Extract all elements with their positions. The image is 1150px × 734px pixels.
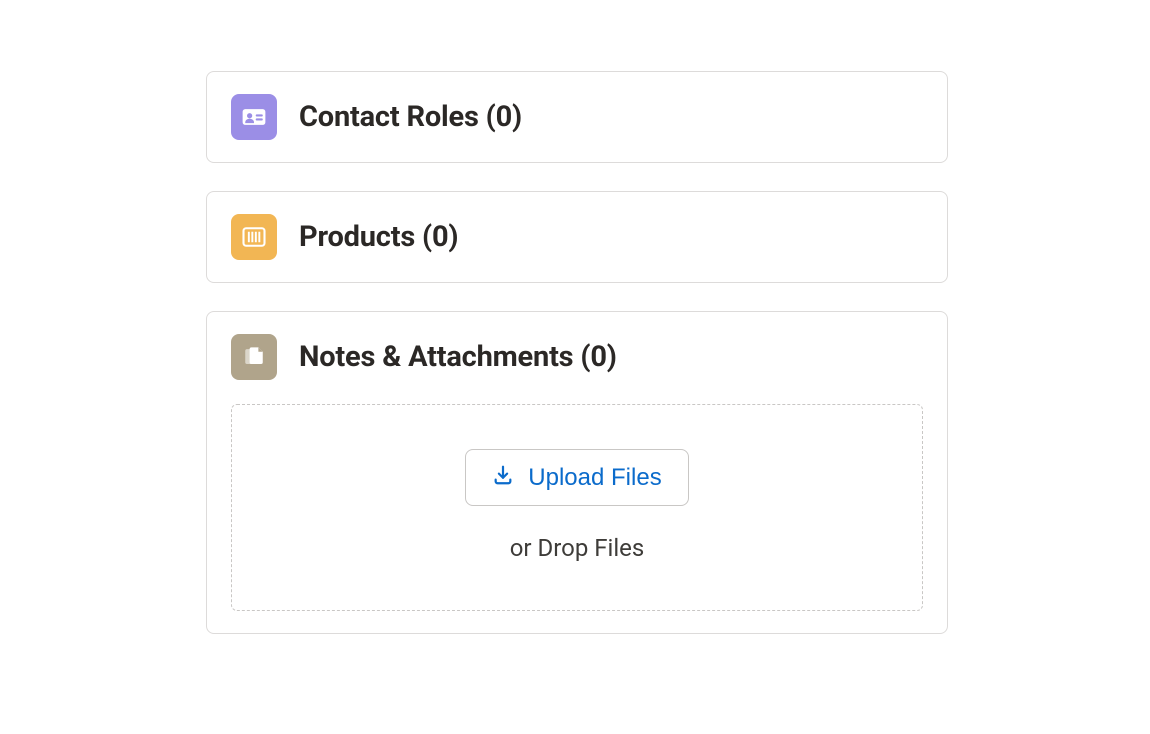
upload-files-button[interactable]: Upload Files: [465, 449, 688, 506]
notes-attachments-header[interactable]: Notes & Attachments (0): [231, 334, 923, 380]
documents-icon: [231, 334, 277, 380]
barcode-icon: [231, 214, 277, 260]
contact-roles-panel[interactable]: Contact Roles (0): [206, 71, 948, 163]
drop-files-label: or Drop Files: [510, 534, 645, 562]
related-lists: Contact Roles (0) Products (0): [206, 71, 948, 662]
file-dropzone[interactable]: Upload Files or Drop Files: [231, 404, 923, 611]
contact-roles-header: Contact Roles (0): [231, 94, 923, 140]
products-title: Products (0): [299, 220, 458, 254]
upload-files-label: Upload Files: [528, 466, 661, 490]
products-panel[interactable]: Products (0): [206, 191, 948, 283]
notes-attachments-panel: Notes & Attachments (0) Upload Files or …: [206, 311, 948, 634]
upload-icon: [492, 464, 514, 491]
products-header: Products (0): [231, 214, 923, 260]
notes-attachments-title: Notes & Attachments (0): [299, 340, 617, 374]
contact-card-icon: [231, 94, 277, 140]
contact-roles-title: Contact Roles (0): [299, 100, 522, 134]
